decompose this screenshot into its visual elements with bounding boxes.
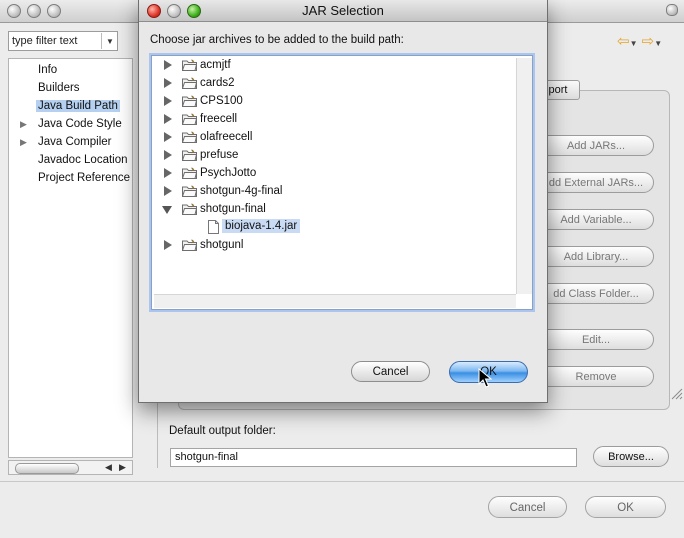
jar-file-icon [208, 220, 219, 234]
add-jars-button[interactable]: Add JARs... [538, 135, 654, 156]
dialog-titlebar: JAR Selection [139, 0, 547, 22]
folder-label: prefuse [200, 149, 239, 161]
divider [0, 481, 684, 482]
browse-button[interactable]: Browse... [593, 446, 669, 467]
folder-icon [182, 149, 197, 161]
tree-row-psychjotto[interactable]: PsychJotto [152, 165, 512, 183]
toolbar-toggle-button[interactable] [666, 4, 678, 16]
nav-horizontal-scrollbar[interactable]: ◀ ▶ [8, 460, 133, 475]
folder-label: freecell [200, 113, 238, 125]
folder-label: shotgunl [200, 239, 244, 251]
disclosure-triangle-icon[interactable] [164, 114, 172, 124]
folder-icon [182, 95, 197, 107]
expand-arrow-icon[interactable]: ▶ [20, 119, 27, 130]
tree-horizontal-scrollbar[interactable] [154, 294, 516, 308]
scrollbar-thumb[interactable] [15, 463, 79, 474]
disclosure-triangle-icon[interactable] [164, 240, 172, 250]
disclosure-triangle-icon[interactable] [164, 186, 172, 196]
folder-icon [182, 131, 197, 143]
add-class-folder-button[interactable]: dd Class Folder... [538, 283, 654, 304]
minimize-window-button[interactable] [27, 4, 41, 18]
disclosure-triangle-icon[interactable] [164, 150, 172, 160]
nav-item-project-references[interactable]: Project Reference [38, 172, 130, 184]
add-variable-button[interactable]: Add Variable... [538, 209, 654, 230]
tree-row-cards2[interactable]: cards2 [152, 75, 512, 93]
nav-item-builders[interactable]: Builders [38, 82, 80, 94]
edit-button[interactable]: Edit... [538, 329, 654, 350]
filter-input-text[interactable]: type filter text [12, 35, 77, 47]
dialog-cancel-button[interactable]: Cancel [351, 361, 430, 382]
expand-arrow-icon[interactable]: ▶ [20, 137, 27, 148]
folder-label: olafreecell [200, 131, 253, 143]
disclosure-triangle-icon[interactable] [164, 132, 172, 142]
zoom-window-button[interactable] [47, 4, 61, 18]
tree-row-olafreecell[interactable]: olafreecell [152, 129, 512, 147]
disclosure-triangle-icon[interactable] [164, 96, 172, 106]
folder-icon [182, 77, 197, 89]
tree-vertical-scrollbar[interactable] [516, 58, 532, 294]
jar-file-label: biojava-1.4.jar [222, 219, 301, 233]
folder-label: PsychJotto [200, 167, 257, 179]
disclosure-triangle-icon[interactable] [164, 78, 172, 88]
close-window-button[interactable] [7, 4, 21, 18]
folder-label: acmjtf [200, 59, 231, 71]
nav-item-javadoc-location[interactable]: Javadoc Location [38, 154, 128, 166]
folder-label: shotgun-4g-final [200, 185, 283, 197]
folder-icon [182, 185, 197, 197]
tree-row-cps100[interactable]: CPS100 [152, 93, 512, 111]
nav-item-info[interactable]: Info [38, 64, 57, 76]
scroll-left-icon[interactable]: ◀ [105, 462, 112, 473]
nav-item-java-build-path[interactable]: Java Build Path [36, 100, 120, 112]
tree-row-shotgunl[interactable]: shotgunl [152, 237, 512, 255]
tree-row-jar-file[interactable]: biojava-1.4.jar [152, 219, 512, 237]
dialog-prompt: Choose jar archives to be added to the b… [150, 34, 404, 46]
tree-row-freecell[interactable]: freecell [152, 111, 512, 129]
folder-label: cards2 [200, 77, 235, 89]
add-library-button[interactable]: Add Library... [538, 246, 654, 267]
forward-arrow-icon[interactable]: ⇨ [642, 33, 655, 50]
history-navigation: ⇦▼ ⇨▼ [617, 32, 662, 50]
nav-item-java-compiler[interactable]: Java Compiler [38, 136, 112, 148]
folder-icon [182, 167, 197, 179]
output-folder-field[interactable]: shotgun-final [170, 448, 577, 467]
tree-row-prefuse[interactable]: prefuse [152, 147, 512, 165]
tree-row-shotgun-4g-final[interactable]: shotgun-4g-final [152, 183, 512, 201]
nav-item-java-code-style[interactable]: Java Code Style [38, 118, 122, 130]
folder-icon [182, 113, 197, 125]
mouse-pointer-icon [478, 368, 492, 388]
disclosure-triangle-icon[interactable] [162, 206, 172, 214]
folder-icon [182, 203, 197, 215]
disclosure-triangle-icon[interactable] [164, 60, 172, 70]
add-external-jars-button[interactable]: dd External JARs... [538, 172, 654, 193]
back-dropdown-icon[interactable]: ▼ [630, 39, 638, 48]
folder-label: shotgun-final [200, 203, 266, 215]
tree-row-acmjtf[interactable]: acmjtf [152, 57, 512, 75]
remove-button[interactable]: Remove [538, 366, 654, 387]
filter-field[interactable]: type filter text ▼ [8, 31, 118, 51]
scroll-right-icon[interactable]: ▶ [119, 462, 126, 473]
folder-icon [182, 239, 197, 251]
preferences-cancel-button[interactable]: Cancel [488, 496, 567, 518]
disclosure-triangle-icon[interactable] [164, 168, 172, 178]
filter-dropdown-icon[interactable]: ▼ [101, 33, 118, 49]
forward-dropdown-icon[interactable]: ▼ [654, 39, 662, 48]
preferences-nav-tree: Info Builders Java Build Path ▶ Java Cod… [8, 58, 133, 458]
folder-icon [182, 59, 197, 71]
output-folder-label: Default output folder: [169, 425, 276, 437]
tree-row-shotgun-final[interactable]: shotgun-final [152, 201, 512, 219]
dialog-title: JAR Selection [302, 3, 384, 18]
folder-label: CPS100 [200, 95, 243, 107]
back-arrow-icon[interactable]: ⇦ [617, 33, 630, 50]
jar-selection-dialog: JAR Selection Choose jar archives to be … [138, 0, 683, 403]
resize-grip-icon[interactable] [669, 386, 683, 400]
project-tree[interactable]: acmjtf cards2 CPS100 freecell olafreecell pre… [151, 55, 533, 310]
preferences-ok-button[interactable]: OK [585, 496, 666, 518]
